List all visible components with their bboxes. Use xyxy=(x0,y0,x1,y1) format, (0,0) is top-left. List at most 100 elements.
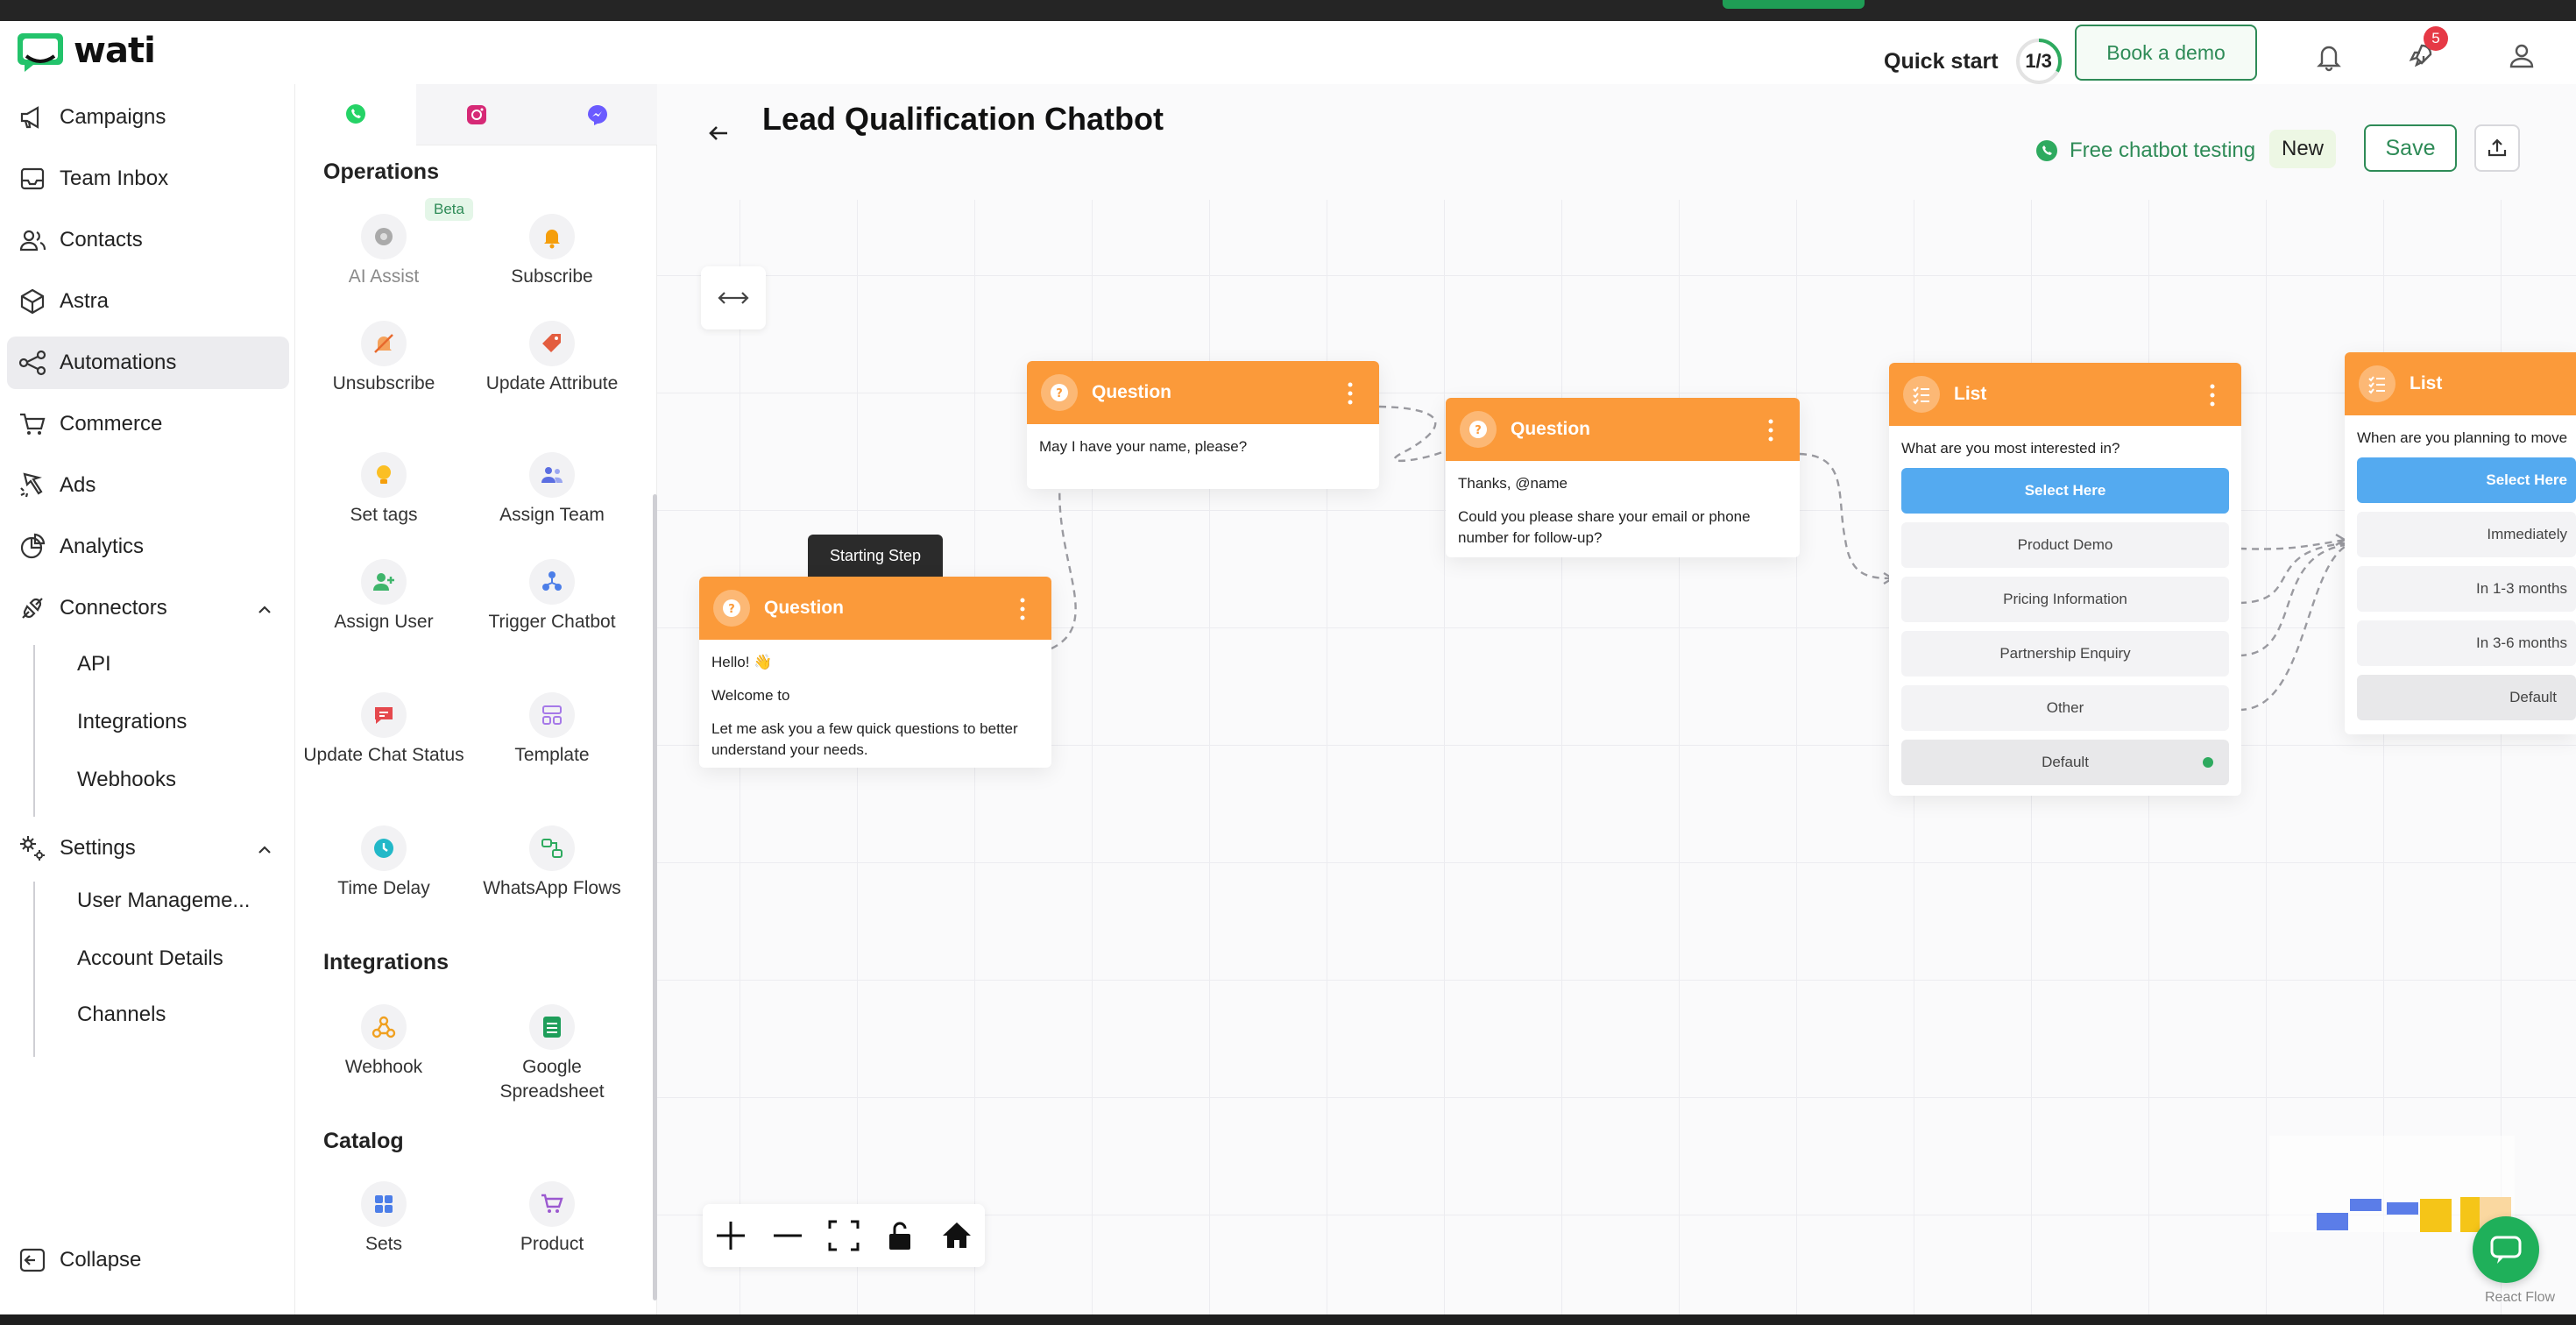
sidebar-item-team-inbox[interactable]: Team Inbox xyxy=(7,152,289,205)
tool-webhook[interactable]: Webhook xyxy=(301,1004,467,1080)
cart-icon xyxy=(541,1194,563,1213)
flow-canvas[interactable]: Lead Qualification Chatbot Free chatbot … xyxy=(657,84,2576,1314)
lock-button[interactable] xyxy=(881,1217,918,1254)
list-option-default[interactable]: Default xyxy=(1901,740,2229,785)
tool-update-chat-status[interactable]: Update Chat Status xyxy=(301,692,467,768)
minimap[interactable] xyxy=(2269,1136,2515,1232)
zoom-in-button[interactable] xyxy=(712,1217,749,1254)
node-header: List xyxy=(1889,363,2241,426)
notification-count-badge: 5 xyxy=(2424,26,2448,51)
collapse-button[interactable]: Collapse xyxy=(7,1234,289,1286)
tool-ai-assist[interactable]: AI Assist xyxy=(301,214,467,289)
inbox-icon xyxy=(20,167,45,190)
fit-view-button[interactable] xyxy=(825,1217,862,1254)
list-select-button[interactable]: Select Here xyxy=(2357,457,2576,503)
tool-assign-user[interactable]: Assign User xyxy=(301,559,467,634)
tool-unsubscribe[interactable]: Unsubscribe xyxy=(301,321,467,396)
list-option[interactable]: In 1-3 months xyxy=(2357,566,2576,612)
zoom-out-button[interactable] xyxy=(769,1217,806,1254)
support-chat-button[interactable] xyxy=(2473,1216,2539,1283)
quick-start-progress-ring: 1/3 xyxy=(2014,37,2063,86)
sidebar-item-campaigns[interactable]: Campaigns xyxy=(7,91,289,144)
tool-template[interactable]: Template xyxy=(469,692,635,768)
tool-label: Assign Team xyxy=(499,505,605,525)
minimap-node xyxy=(2317,1213,2348,1230)
sidebar-sub-api[interactable]: API xyxy=(77,652,111,677)
webhook-icon xyxy=(372,1016,396,1038)
node-text: Could you please share your email or pho… xyxy=(1458,508,1751,546)
notification-bell-icon[interactable] xyxy=(2311,39,2346,74)
chevron-up-icon[interactable] xyxy=(256,601,273,619)
sidebar-sub-account-details[interactable]: Account Details xyxy=(77,946,223,971)
sidebar-item-astra[interactable]: Astra xyxy=(7,275,289,328)
kebab-menu-icon[interactable] xyxy=(1020,598,1025,620)
sidebar-item-contacts[interactable]: Contacts xyxy=(7,214,289,266)
kebab-menu-icon[interactable] xyxy=(1768,419,1773,442)
list-select-button[interactable]: Select Here xyxy=(1901,468,2229,514)
sidebar-sub-user-management[interactable]: User Manageme... xyxy=(77,889,250,913)
node-list-timeline[interactable]: List When are you planning to move Selec… xyxy=(2345,352,2576,734)
tool-assign-team[interactable]: Assign Team xyxy=(469,452,635,528)
sidebar-item-ads[interactable]: Ads xyxy=(7,459,289,512)
tool-update-attribute[interactable]: Update Attribute xyxy=(469,321,635,396)
react-flow-attribution[interactable]: React Flow xyxy=(2485,1290,2555,1306)
question-icon: ? xyxy=(1051,384,1068,401)
list-option[interactable]: Other xyxy=(1901,685,2229,731)
node-palette: Operations Beta AI Assist Subscribe Unsu… xyxy=(294,84,658,1314)
node-question-name[interactable]: ? Question May I have your name, please? xyxy=(1027,361,1379,489)
chevron-up-icon[interactable] xyxy=(256,841,273,859)
question-icon: ? xyxy=(723,599,740,617)
list-icon xyxy=(2368,376,2385,394)
home-button[interactable] xyxy=(938,1217,975,1254)
list-option[interactable]: Immediately xyxy=(2357,512,2576,557)
sidebar-sub-webhooks[interactable]: Webhooks xyxy=(77,768,176,792)
analytics-icon xyxy=(20,533,46,559)
sidebar-item-analytics[interactable]: Analytics xyxy=(7,521,289,573)
sidebar-item-label: Team Inbox xyxy=(60,167,169,190)
user-profile-icon[interactable] xyxy=(2504,39,2539,74)
node-list-interest[interactable]: List What are you most interested in? Se… xyxy=(1889,363,2241,796)
tab-whatsapp[interactable] xyxy=(295,84,416,145)
sidebar-item-label: Ads xyxy=(60,473,96,497)
book-demo-button[interactable]: Book a demo xyxy=(2075,25,2257,81)
list-option[interactable]: Pricing Information xyxy=(1901,577,2229,622)
sidebar-item-settings[interactable]: Settings xyxy=(7,822,289,875)
list-option[interactable]: Product Demo xyxy=(1901,522,2229,568)
user-plus-icon xyxy=(373,573,394,591)
connection-dot[interactable] xyxy=(2203,757,2213,768)
collapse-arrow-icon xyxy=(19,1248,46,1272)
megaphone-icon xyxy=(20,106,39,129)
tab-instagram[interactable] xyxy=(416,84,537,145)
kebab-menu-icon[interactable] xyxy=(1348,382,1353,405)
wati-logo[interactable]: wati xyxy=(16,30,156,72)
sidebar-item-automations[interactable]: Automations xyxy=(7,337,289,389)
tool-sets[interactable]: Sets xyxy=(301,1181,467,1257)
node-body: What are you most interested in? xyxy=(1889,426,2241,468)
node-body: May I have your name, please? xyxy=(1027,424,1379,482)
grid-icon xyxy=(375,1195,393,1213)
tool-set-tags[interactable]: Set tags xyxy=(301,452,467,528)
kebab-menu-icon[interactable] xyxy=(2210,384,2215,407)
list-option-default[interactable]: Default xyxy=(2357,675,2576,720)
sidebar-sub-integrations[interactable]: Integrations xyxy=(77,710,187,734)
sidebar-item-commerce[interactable]: Commerce xyxy=(7,398,289,450)
sidebar-sub-channels[interactable]: Channels xyxy=(77,1003,166,1027)
tool-whatsapp-flows[interactable]: WhatsApp Flows xyxy=(469,825,635,901)
tool-google-spreadsheet[interactable]: Google Spreadsheet xyxy=(469,1004,635,1104)
tool-subscribe[interactable]: Subscribe xyxy=(469,214,635,289)
cart-icon xyxy=(20,413,46,435)
template-icon xyxy=(542,705,562,725)
node-question-contact[interactable]: ? Question Thanks, @name Could you pleas… xyxy=(1446,398,1800,557)
tool-product[interactable]: Product xyxy=(469,1181,635,1257)
tool-label: Subscribe xyxy=(511,266,593,287)
sidebar-item-connectors[interactable]: Connectors xyxy=(7,582,289,634)
tool-time-delay[interactable]: Time Delay xyxy=(301,825,467,901)
tab-messenger[interactable] xyxy=(537,84,658,145)
minus-icon xyxy=(773,1234,802,1237)
quick-start[interactable]: Quick start 1/3 xyxy=(1884,37,2063,86)
tool-trigger-chatbot[interactable]: Trigger Chatbot xyxy=(469,559,635,634)
list-option[interactable]: Partnership Enquiry xyxy=(1901,631,2229,677)
node-start-question[interactable]: ? Question Hello! 👋 Welcome to Let me as… xyxy=(699,577,1051,768)
app-window: wati Quick start 1/3 Book a demo 5 Campa… xyxy=(0,21,2576,1314)
list-option[interactable]: In 3-6 months xyxy=(2357,620,2576,666)
